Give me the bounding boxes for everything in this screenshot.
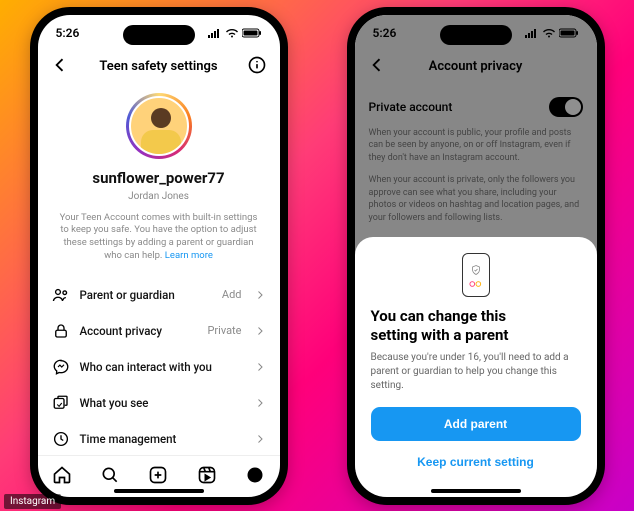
menu-label: Time management <box>80 432 244 446</box>
page-header: Teen safety settings <box>38 51 280 87</box>
add-parent-button[interactable]: Add parent <box>371 407 581 441</box>
modal-overlay: You can change this setting with a paren… <box>355 15 597 497</box>
battery-icon <box>242 28 262 38</box>
menu-item-interact[interactable]: Who can interact with you <box>52 349 266 385</box>
mini-phone-icon <box>462 253 490 297</box>
home-indicator <box>114 489 204 493</box>
menu-item-parent-guardian[interactable]: Parent or guardian Add <box>52 277 266 313</box>
menu-label: Account privacy <box>80 324 198 338</box>
screen-right: 5:26 Account privacy Private account <box>355 15 597 497</box>
sheet-illustration <box>371 253 581 297</box>
nav-reels[interactable] <box>197 465 217 485</box>
lock-icon <box>52 322 70 340</box>
menu-value: Private <box>207 324 241 337</box>
screen-left: 5:26 Teen safety settings sunflower_powe… <box>38 15 280 497</box>
sheet-title-l2: setting with a parent <box>371 326 509 344</box>
bottom-sheet: You can change this setting with a paren… <box>355 237 597 497</box>
username: sunflower_power77 <box>52 169 266 187</box>
status-icons <box>208 28 262 38</box>
menu-item-what-you-see[interactable]: What you see <box>52 385 266 421</box>
phone-right: 5:26 Account privacy Private account <box>347 7 605 505</box>
menu-value: Add <box>222 288 242 301</box>
account-description: Your Teen Account comes with built-in se… <box>52 212 266 263</box>
avatar <box>129 96 189 156</box>
desc-text: Your Teen Account comes with built-in se… <box>60 212 258 261</box>
info-button[interactable] <box>247 55 267 79</box>
nav-home[interactable] <box>52 465 72 485</box>
dynamic-island <box>123 25 195 45</box>
chevron-right-icon <box>254 361 266 373</box>
chevron-right-icon <box>254 325 266 337</box>
people-icon <box>52 286 70 304</box>
menu-item-account-privacy[interactable]: Account privacy Private <box>52 313 266 349</box>
home-indicator <box>431 489 521 493</box>
signal-icon <box>208 28 222 38</box>
sheet-title: You can change this setting with a paren… <box>371 307 581 345</box>
settings-menu: Parent or guardian Add Account privacy P… <box>52 277 266 455</box>
menu-label: What you see <box>80 396 244 410</box>
dynamic-island <box>440 25 512 45</box>
messenger-icon <box>52 358 70 376</box>
page-title: Teen safety settings <box>99 59 217 74</box>
back-button[interactable] <box>50 55 70 79</box>
nav-new-post[interactable] <box>148 465 168 485</box>
chevron-right-icon <box>254 433 266 445</box>
menu-label: Parent or guardian <box>80 288 212 302</box>
avatar-story-ring[interactable] <box>126 93 192 159</box>
menu-item-time-management[interactable]: Time management <box>52 421 266 455</box>
shield-icon <box>470 263 482 277</box>
keep-setting-button[interactable]: Keep current setting <box>371 451 581 473</box>
chevron-right-icon <box>254 289 266 301</box>
nav-search[interactable] <box>100 465 120 485</box>
sheet-body: Because you're under 16, you'll need to … <box>371 351 581 393</box>
content-area: sunflower_power77 Jordan Jones Your Teen… <box>38 87 280 455</box>
learn-more-link[interactable]: Learn more <box>165 250 213 261</box>
nav-profile[interactable] <box>245 465 265 485</box>
wifi-icon <box>225 28 239 38</box>
sheet-title-l1: You can change this <box>371 307 507 325</box>
image-credit: Instagram <box>4 494 61 509</box>
real-name: Jordan Jones <box>52 191 266 202</box>
clock-icon <box>52 430 70 448</box>
status-time: 5:26 <box>56 26 80 40</box>
infinity-icon <box>469 280 483 288</box>
chevron-right-icon <box>254 397 266 409</box>
menu-label: Who can interact with you <box>80 360 244 374</box>
media-icon <box>52 394 70 412</box>
phone-left: 5:26 Teen safety settings sunflower_powe… <box>30 7 288 505</box>
